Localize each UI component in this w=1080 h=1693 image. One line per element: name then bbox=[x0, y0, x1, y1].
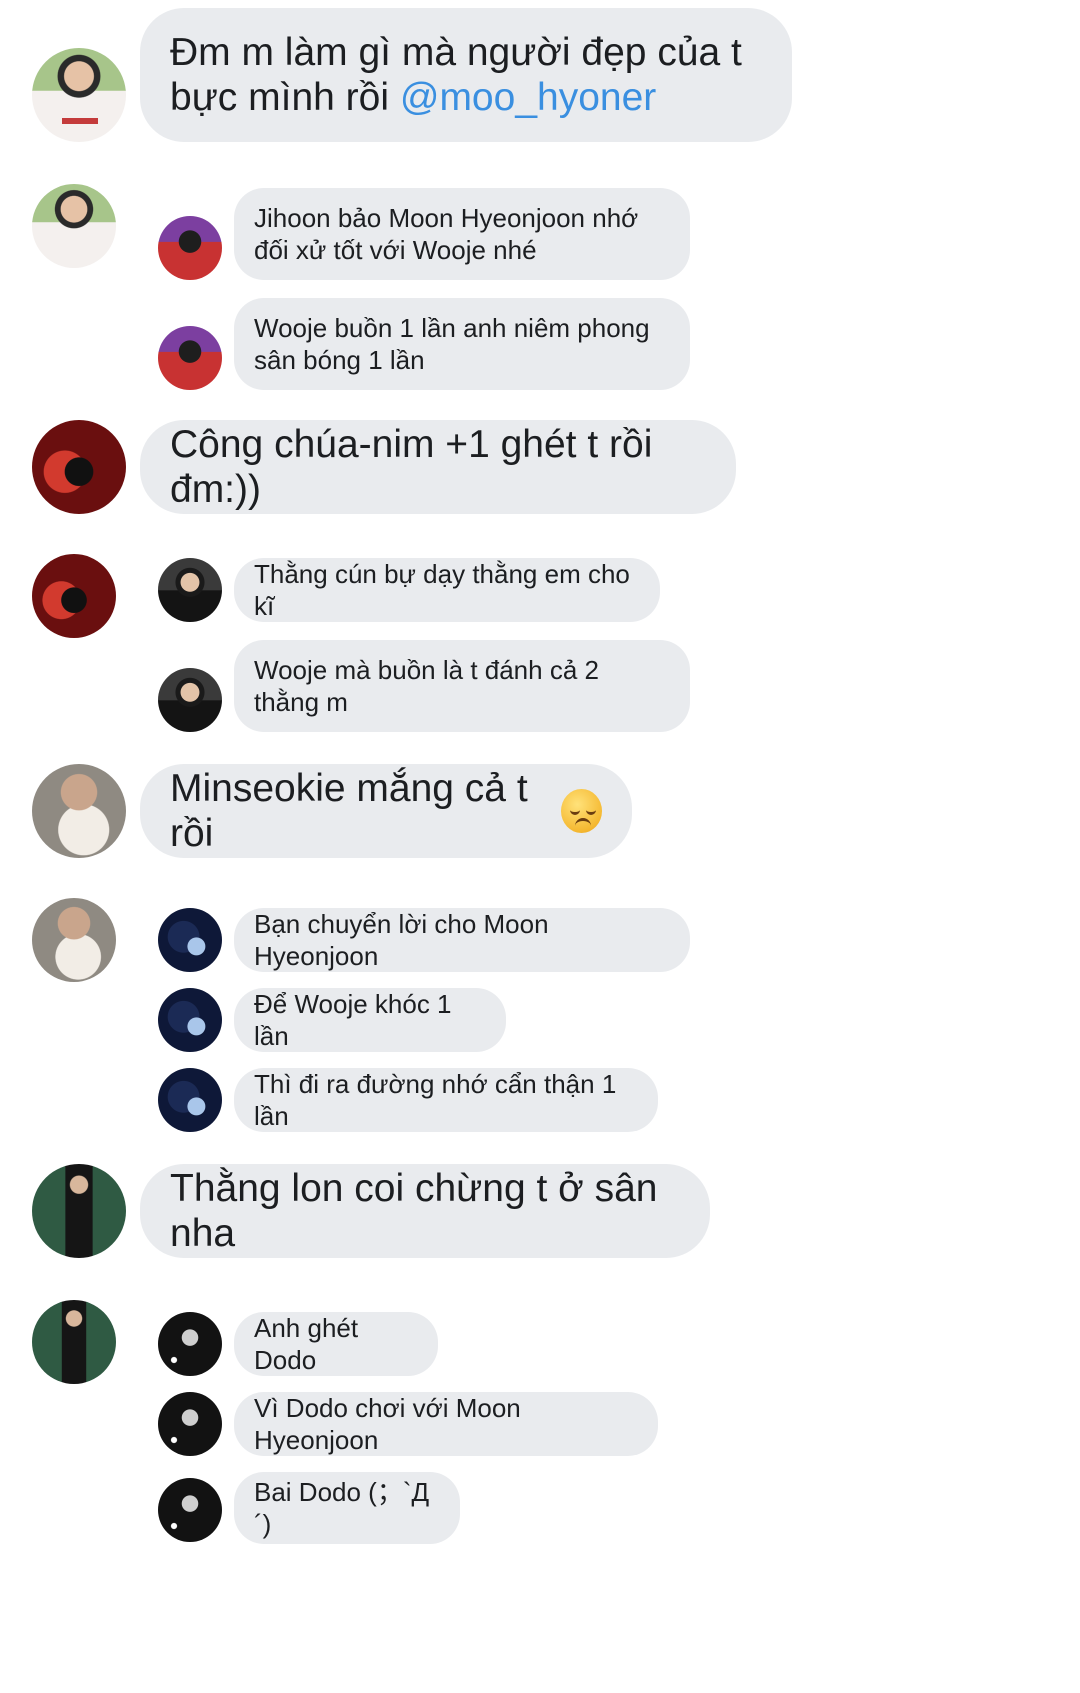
commenter-avatar[interactable] bbox=[32, 1164, 126, 1258]
reply-bubble[interactable]: Jihoon bảo Moon Hyeonjoon nhớ đối xử tốt… bbox=[234, 188, 690, 280]
reply-bubble[interactable]: Wooje buồn 1 lần anh niêm phong sân bóng… bbox=[234, 298, 690, 390]
reply-text: Thì đi ra đường nhớ cẩn thận 1 lần bbox=[254, 1069, 617, 1131]
reply-text: Bai Dodo (；`Д´) bbox=[254, 1477, 430, 1539]
reply-text: Wooje mà buồn là t đánh cả 2 thằng m bbox=[254, 655, 599, 717]
commenter-avatar[interactable] bbox=[32, 184, 116, 268]
reply-bubble[interactable]: Anh ghét Dodo bbox=[234, 1312, 438, 1376]
comment-text: Thằng lon coi chừng t ở sân nha bbox=[170, 1167, 658, 1255]
reply-bubble[interactable]: Wooje mà buồn là t đánh cả 2 thằng m bbox=[234, 640, 690, 732]
reply-avatar[interactable] bbox=[158, 908, 222, 972]
reply-bubble[interactable]: Vì Dodo chơi với Moon Hyeonjoon bbox=[234, 1392, 658, 1456]
comment-bubble[interactable]: Minseokie mắng cả t rồi bbox=[140, 764, 632, 858]
comment-bubble[interactable]: Thằng lon coi chừng t ở sân nha bbox=[140, 1164, 710, 1258]
reply-text: Thằng cún bự dạy thằng em cho kĩ bbox=[254, 559, 630, 621]
reply-avatar[interactable] bbox=[158, 668, 222, 732]
commenter-avatar[interactable] bbox=[32, 898, 116, 982]
comment-text: Đm m làm gì mà người đẹp của t bực mình … bbox=[170, 31, 742, 119]
reply-text: Jihoon bảo Moon Hyeonjoon nhớ đối xử tốt… bbox=[254, 203, 639, 265]
mention-link[interactable]: @moo_hyoner bbox=[400, 76, 656, 119]
commenter-avatar[interactable] bbox=[32, 48, 126, 142]
reply-text: Vì Dodo chơi với Moon Hyeonjoon bbox=[254, 1393, 521, 1455]
commenter-avatar[interactable] bbox=[32, 554, 116, 638]
reply-avatar[interactable] bbox=[158, 1478, 222, 1542]
reply-avatar[interactable] bbox=[158, 1068, 222, 1132]
reply-bubble[interactable]: Bai Dodo (；`Д´) bbox=[234, 1472, 460, 1544]
reply-text: Bạn chuyển lời cho Moon Hyeonjoon bbox=[254, 909, 549, 971]
reply-text: Để Wooje khóc 1 lần bbox=[254, 989, 452, 1051]
comment-text: Công chúa-nim +1 ghét t rồi đm:)) bbox=[170, 423, 653, 511]
reply-avatar[interactable] bbox=[158, 216, 222, 280]
commenter-avatar[interactable] bbox=[32, 420, 126, 514]
reply-avatar[interactable] bbox=[158, 326, 222, 390]
comment-text: Minseokie mắng cả t rồi bbox=[170, 767, 528, 855]
comment-bubble[interactable]: Đm m làm gì mà người đẹp của t bực mình … bbox=[140, 8, 792, 142]
comment-bubble[interactable]: Công chúa-nim +1 ghét t rồi đm:)) bbox=[140, 420, 736, 514]
reply-bubble[interactable]: Thì đi ra đường nhớ cẩn thận 1 lần bbox=[234, 1068, 658, 1132]
reply-avatar[interactable] bbox=[158, 988, 222, 1052]
commenter-avatar[interactable] bbox=[32, 1300, 116, 1384]
reply-avatar[interactable] bbox=[158, 1312, 222, 1376]
reply-text: Wooje buồn 1 lần anh niêm phong sân bóng… bbox=[254, 313, 650, 375]
reply-bubble[interactable]: Thằng cún bự dạy thằng em cho kĩ bbox=[234, 558, 660, 622]
reply-bubble[interactable]: Bạn chuyển lời cho Moon Hyeonjoon bbox=[234, 908, 690, 972]
reply-text: Anh ghét Dodo bbox=[254, 1313, 359, 1375]
reply-avatar[interactable] bbox=[158, 558, 222, 622]
disappointed-face-icon bbox=[561, 789, 602, 833]
reply-avatar[interactable] bbox=[158, 1392, 222, 1456]
commenter-avatar[interactable] bbox=[32, 764, 126, 858]
reply-bubble[interactable]: Để Wooje khóc 1 lần bbox=[234, 988, 506, 1052]
